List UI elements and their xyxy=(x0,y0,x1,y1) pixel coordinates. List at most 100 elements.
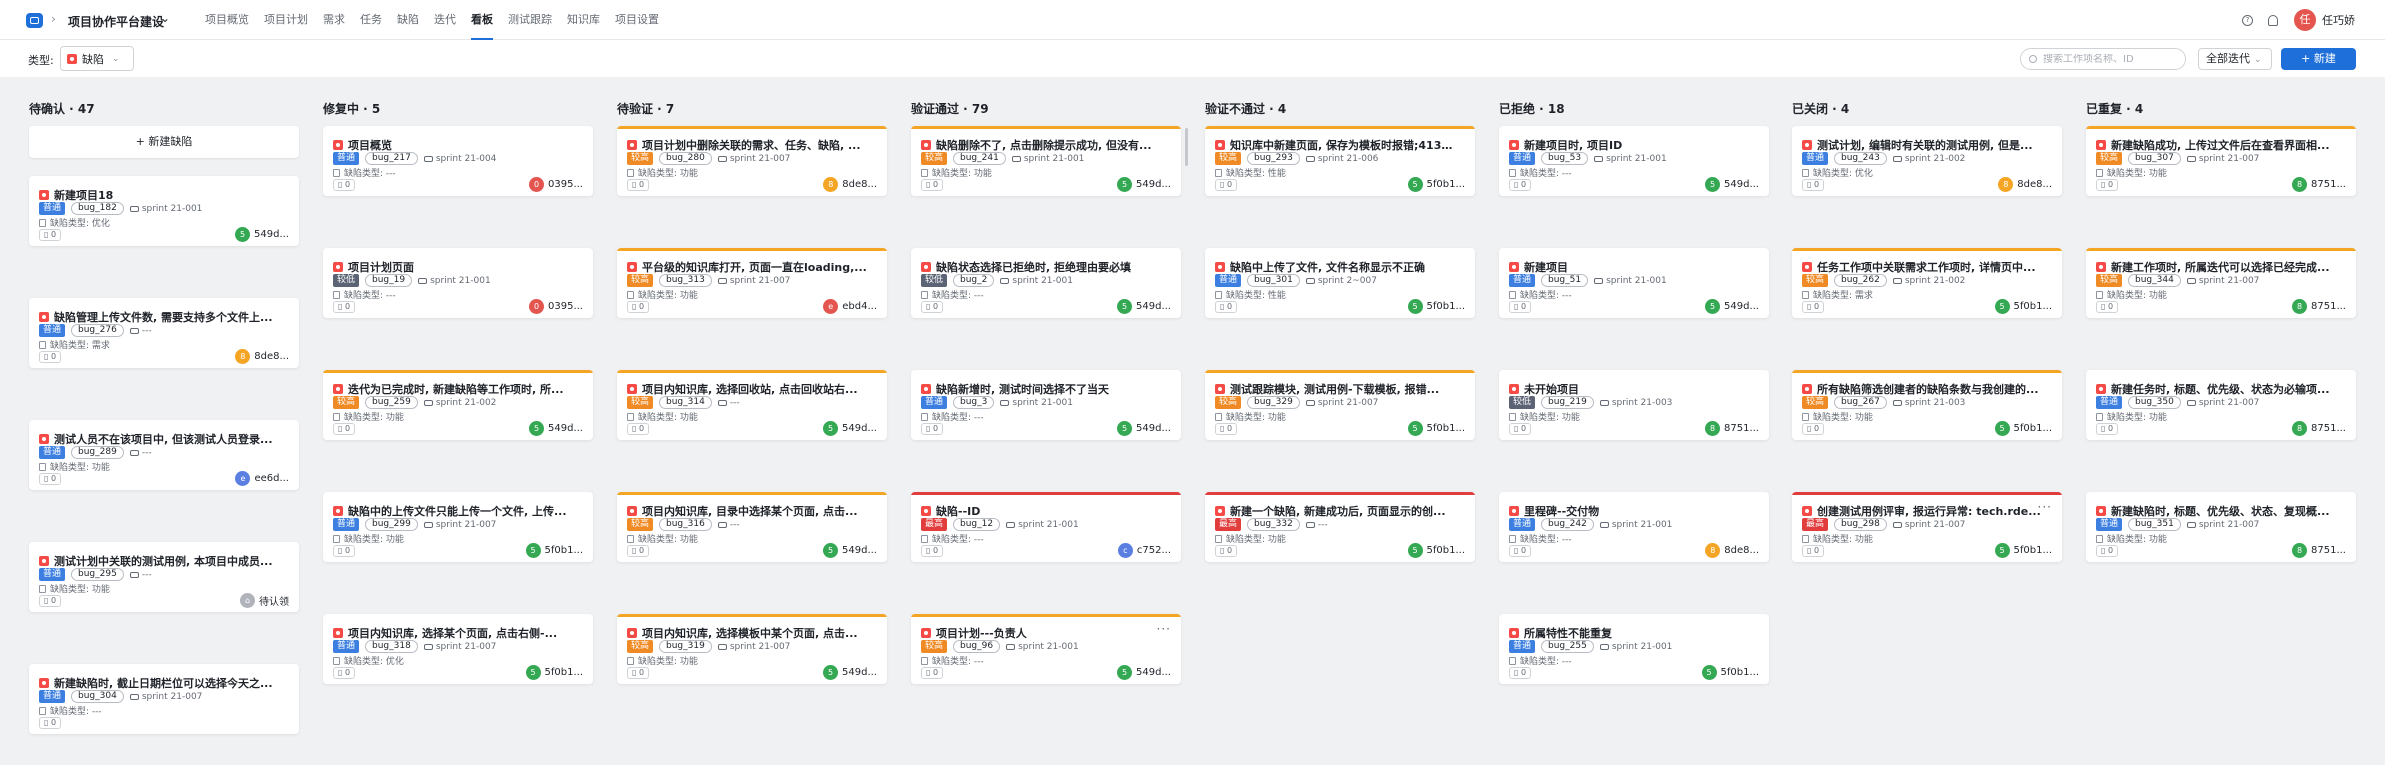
bug-card[interactable]: 项目内知识库, 目录中选择某个页面, 点击... 较高 bug_316 --- 缺陷类型… xyxy=(617,492,887,562)
chevron-down-icon[interactable]: ⌄ xyxy=(160,11,170,25)
card-title[interactable]: 迭代为已完成时, 新建缺陷等工作项时, 所... xyxy=(333,381,573,397)
bug-card[interactable]: 缺陷删除不了, 点击删除提示成功, 但没有... 较高 bug_241 sprint … xyxy=(911,126,1181,196)
card-title[interactable]: 项目计划中删除关联的需求、任务、缺陷, ... xyxy=(627,137,867,153)
card-title[interactable]: 缺陷中的上传文件只能上传一个文件, 上传... xyxy=(333,503,573,519)
card-title[interactable]: 缺陷状态选择已拒绝时, 拒绝理由要必填 xyxy=(921,259,1161,275)
assignee[interactable]: c c752... xyxy=(1117,543,1171,558)
card-title[interactable]: 所有缺陷筛选创建者的缺陷条数与我创建的... xyxy=(1802,381,2042,397)
assignee[interactable]: e ebd4... xyxy=(823,299,877,314)
bug-card[interactable]: 所有缺陷筛选创建者的缺陷条数与我创建的... 较高 bug_267 sprint 21… xyxy=(1792,370,2062,440)
assignee[interactable]: 5 5f0b1... xyxy=(1407,543,1465,558)
nav-item[interactable]: 项目设置 xyxy=(615,0,659,40)
bug-card[interactable]: 平台级的知识库打开, 页面一直在loading,... 较高 bug_313 spri… xyxy=(617,248,887,318)
add-bug-button[interactable]: + 新建缺陷 xyxy=(29,126,299,158)
assignee[interactable]: 5 549d... xyxy=(823,665,877,680)
bug-card[interactable]: 缺陷新增时, 测试时间选择不了当天 普通 bug_3 sprint 21-001 缺陷类… xyxy=(911,370,1181,440)
card-title[interactable]: 新建缺陷时, 截止日期栏位可以选择今天之... xyxy=(39,675,279,691)
card-title[interactable]: 新建缺陷成功, 上传过文件后在查看界面相... xyxy=(2096,137,2336,153)
card-title[interactable]: 任务工作项中关联需求工作项时, 详情页中... xyxy=(1802,259,2042,275)
bug-card[interactable]: 项目内知识库, 选择模板中某个页面, 点击... 较高 bug_319 sprint … xyxy=(617,614,887,684)
nav-item[interactable]: 项目概览 xyxy=(205,0,249,40)
assignee[interactable]: 5 549d... xyxy=(823,421,877,436)
nav-item[interactable]: 缺陷 xyxy=(397,0,419,40)
nav-item[interactable]: 项目计划 xyxy=(264,0,308,40)
bug-card[interactable]: 任务工作项中关联需求工作项时, 详情页中... 较高 bug_262 sprint 2… xyxy=(1792,248,2062,318)
card-title[interactable]: 缺陷中上传了文件, 文件名称显示不正确 xyxy=(1215,259,1455,275)
assignee[interactable]: 5 5f0b1... xyxy=(1994,543,2052,558)
help-icon[interactable]: ? xyxy=(2242,14,2253,26)
bug-card[interactable]: 未开始项目 较低 bug_219 sprint 21-003 缺陷类型: 功能 ▯ 0 88… xyxy=(1499,370,1769,440)
bug-card[interactable]: 知识库中新建页面, 保存为模板时报错;413 ... 较高 bug_293 sprin… xyxy=(1205,126,1475,196)
card-title[interactable]: 里程碑--交付物 xyxy=(1509,503,1749,519)
bug-card[interactable]: 新建缺陷时, 标题、优先级、状态、复现概... 普通 bug_351 sprint 2… xyxy=(2086,492,2356,562)
card-title[interactable]: 项目计划---负责人 xyxy=(921,625,1161,641)
bug-card[interactable]: 测试人员不在该项目中, 但该测试人员登录... 普通 bug_289 --- 缺陷类型:… xyxy=(29,420,299,490)
nav-item[interactable]: 测试跟踪 xyxy=(508,0,552,40)
column-scrollbar[interactable] xyxy=(1185,128,1188,166)
assignee[interactable]: 5 5f0b1... xyxy=(1407,177,1465,192)
bug-card[interactable]: 缺陷状态选择已拒绝时, 拒绝理由要必填 较低 bug_2 sprint 21-001 缺… xyxy=(911,248,1181,318)
bug-card[interactable]: 测试计划中关联的测试用例, 本项目中成员... 普通 bug_295 --- 缺陷类型:… xyxy=(29,542,299,612)
assignee[interactable]: 5 549d... xyxy=(1705,299,1759,314)
card-title[interactable]: 缺陷管理上传文件数, 需要支持多个文件上... xyxy=(39,309,279,325)
more-icon[interactable]: ··· xyxy=(1157,622,1171,636)
assignee[interactable]: 5 549d... xyxy=(1705,177,1759,192)
nav-item[interactable]: 看板 xyxy=(471,0,493,40)
type-filter-select[interactable]: 缺陷 ⌄ xyxy=(60,46,134,71)
bug-card[interactable]: 迭代为已完成时, 新建缺陷等工作项时, 所... 较高 bug_259 sprint … xyxy=(323,370,593,440)
card-title[interactable]: 测试人员不在该项目中, 但该测试人员登录... xyxy=(39,431,279,447)
assignee[interactable]: 8 8751... xyxy=(2292,421,2346,436)
bug-card[interactable]: 缺陷中上传了文件, 文件名称显示不正确 普通 bug_301 sprint 2~007… xyxy=(1205,248,1475,318)
assignee[interactable]: 5 549d... xyxy=(1117,177,1171,192)
nav-item[interactable]: 任务 xyxy=(360,0,382,40)
iteration-select[interactable]: 全部迭代 ⌄ xyxy=(2198,48,2272,70)
assignee[interactable]: 5 5f0b1... xyxy=(1994,421,2052,436)
nav-item[interactable]: 迭代 xyxy=(434,0,456,40)
bug-card[interactable]: 缺陷管理上传文件数, 需要支持多个文件上... 普通 bug_276 --- 缺陷类型:… xyxy=(29,298,299,368)
assignee[interactable]: 0 0395... xyxy=(529,299,583,314)
card-title[interactable]: 平台级的知识库打开, 页面一直在loading,... xyxy=(627,259,867,275)
assignee[interactable]: 5 549d... xyxy=(1117,665,1171,680)
card-title[interactable]: 项目计划页面 xyxy=(333,259,573,275)
bug-card[interactable]: 新建缺陷时, 截止日期栏位可以选择今天之... 普通 bug_304 sprint 2… xyxy=(29,664,299,734)
assignee[interactable]: 8 8de8... xyxy=(235,349,289,364)
avatar[interactable]: 任 xyxy=(2294,9,2316,31)
assignee[interactable]: ⌂ 待认领 xyxy=(240,593,289,608)
bug-card[interactable]: 新建项目18 普通 bug_182 sprint 21-001 缺陷类型: 优化 ▯ 0 5… xyxy=(29,176,299,246)
card-title[interactable]: 项目内知识库, 选择某个页面, 点击右侧-... xyxy=(333,625,573,641)
bug-card[interactable]: 新建任务时, 标题、优先级、状态为必输项... 普通 bug_350 sprint 2… xyxy=(2086,370,2356,440)
assignee[interactable]: 8 8751... xyxy=(2292,177,2346,192)
assignee[interactable]: 5 549d... xyxy=(823,543,877,558)
card-title[interactable]: 缺陷--ID xyxy=(921,503,1161,519)
assignee[interactable]: 5 5f0b1... xyxy=(525,543,583,558)
search-input[interactable] xyxy=(2043,53,2173,65)
bug-card[interactable]: 测试跟踪模块, 测试用例-下载模板, 报错... 较高 bug_329 sprint … xyxy=(1205,370,1475,440)
app-logo-icon[interactable] xyxy=(26,13,43,28)
more-icon[interactable]: ··· xyxy=(2038,500,2052,514)
card-title[interactable]: 缺陷新增时, 测试时间选择不了当天 xyxy=(921,381,1161,397)
bug-card[interactable]: 项目概览 普通 bug_217 sprint 21-004 缺陷类型: --- ▯ 0 00… xyxy=(323,126,593,196)
bug-card[interactable]: 测试计划, 编辑时有关联的测试用例, 但是... 普通 bug_243 sprint … xyxy=(1792,126,2062,196)
user-name[interactable]: 任巧娇 xyxy=(2322,12,2355,28)
bug-card[interactable]: 缺陷中的上传文件只能上传一个文件, 上传... 普通 bug_299 sprint 2… xyxy=(323,492,593,562)
assignee[interactable]: 5 549d... xyxy=(1117,421,1171,436)
bug-card[interactable]: 缺陷--ID 最高 bug_12 sprint 21-001 缺陷类型: --- ▯ 0 c… xyxy=(911,492,1181,562)
assignee[interactable]: 8 8751... xyxy=(2292,543,2346,558)
card-title[interactable]: 新建项目 xyxy=(1509,259,1749,275)
card-title[interactable]: 未开始项目 xyxy=(1509,381,1749,397)
card-title[interactable]: 所属特性不能重复 xyxy=(1509,625,1749,641)
search-box[interactable] xyxy=(2020,48,2186,70)
nav-item[interactable]: 知识库 xyxy=(567,0,600,40)
assignee[interactable]: 8 8751... xyxy=(1705,421,1759,436)
bug-card[interactable]: 项目计划---负责人 ··· 较高 bug_96 sprint 21-001 缺陷类型: … xyxy=(911,614,1181,684)
assignee[interactable]: 5 5f0b1... xyxy=(1407,421,1465,436)
assignee[interactable]: 5 549d... xyxy=(1117,299,1171,314)
bug-card[interactable]: 项目内知识库, 选择回收站, 点击回收站右... 较高 bug_314 --- 缺陷类型… xyxy=(617,370,887,440)
bug-card[interactable]: 新建工作项时, 所属迭代可以选择已经完成... 较高 bug_344 sprint 2… xyxy=(2086,248,2356,318)
nav-item[interactable]: 需求 xyxy=(323,0,345,40)
assignee[interactable]: 8 8de8... xyxy=(1705,543,1759,558)
bell-icon[interactable] xyxy=(2268,14,2278,26)
card-title[interactable]: 创建测试用例评审, 报运行异常: tech.rde... xyxy=(1802,503,2042,519)
bug-card[interactable]: 新建一个缺陷, 新建成功后, 页面显示的创... 最高 bug_332 --- 缺陷类型… xyxy=(1205,492,1475,562)
assignee[interactable]: 5 549d... xyxy=(529,421,583,436)
